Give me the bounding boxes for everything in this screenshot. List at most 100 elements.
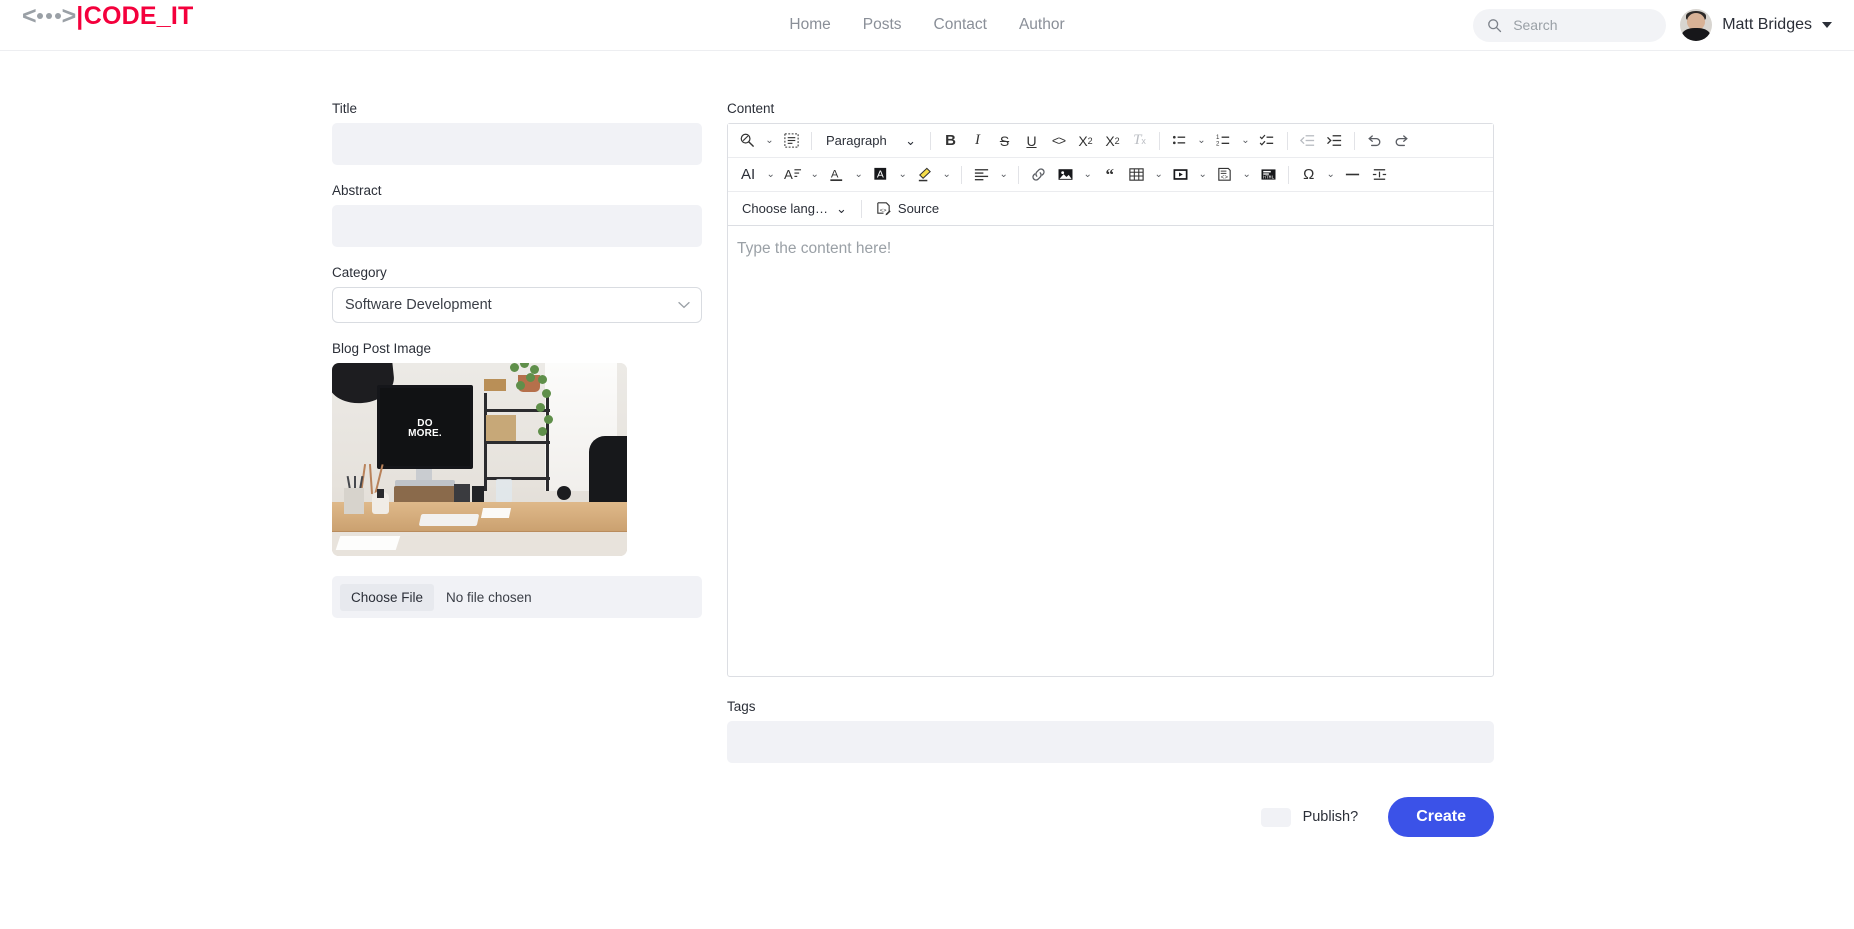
font-background-color-caret-icon[interactable]: ⌄ xyxy=(895,162,910,187)
logo-chevron-left-icon: < xyxy=(22,2,37,30)
nav-item-contact[interactable]: Contact xyxy=(934,16,987,34)
media-embed-icon[interactable] xyxy=(1168,162,1193,187)
redo-icon[interactable] xyxy=(1389,128,1414,153)
language-dropdown[interactable]: Choose lang… ⌄ xyxy=(735,196,854,221)
find-and-replace-caret-icon[interactable]: ⌄ xyxy=(762,128,777,153)
bold-icon[interactable]: B xyxy=(938,128,963,153)
header-right-cluster: Matt Bridges xyxy=(1473,8,1832,42)
user-menu[interactable]: Matt Bridges xyxy=(1680,9,1832,41)
form-footer-actions: Publish? Create xyxy=(727,797,1494,837)
site-logo[interactable]: < > | CODE_IT xyxy=(22,4,193,29)
choose-file-button[interactable]: Choose File xyxy=(340,583,435,611)
search-box[interactable] xyxy=(1473,8,1667,42)
media-embed-caret-icon[interactable]: ⌄ xyxy=(1195,162,1210,187)
blog-post-image-group: Blog Post Image DO MORE. Choose File No … xyxy=(332,341,702,618)
post-content-column: Content ⌄ Paragraph ⌄ B I S U <> X 2 X 2… xyxy=(727,101,1494,837)
paragraph-style-dropdown[interactable]: Paragraph ⌄ xyxy=(819,128,923,153)
category-select[interactable]: Software Development xyxy=(332,287,702,323)
ai-label: AI xyxy=(741,166,756,183)
text-alignment-icon[interactable] xyxy=(969,162,994,187)
insert-image-caret-icon[interactable]: ⌄ xyxy=(1080,162,1095,187)
html-embed-icon[interactable]: HTML xyxy=(1256,162,1281,187)
font-color-caret-icon[interactable]: ⌄ xyxy=(851,162,866,187)
find-and-replace-icon[interactable] xyxy=(735,128,760,153)
publish-label: Publish? xyxy=(1302,809,1359,825)
bulleted-list-icon[interactable] xyxy=(1167,128,1192,153)
user-name: Matt Bridges xyxy=(1722,16,1812,33)
subscript-icon[interactable]: X2 xyxy=(1073,128,1098,153)
insert-image-icon[interactable] xyxy=(1053,162,1078,187)
underline-icon[interactable]: U xyxy=(1019,128,1044,153)
svg-text:HTML: HTML xyxy=(1263,175,1274,181)
editor-content-area[interactable]: Type the content here! xyxy=(728,226,1493,676)
horizontal-line-icon[interactable] xyxy=(1340,162,1365,187)
text-alignment-caret-icon[interactable]: ⌄ xyxy=(996,162,1011,187)
chevron-down-icon[interactable] xyxy=(678,301,690,309)
svg-text:A: A xyxy=(784,167,793,182)
source-button[interactable]: <> Source xyxy=(869,196,945,221)
toolbar-row-1: ⌄ Paragraph ⌄ B I S U <> X2 X 2 T x ⌄ 1 … xyxy=(728,124,1493,157)
nav-item-author[interactable]: Author xyxy=(1019,16,1065,34)
font-size-icon[interactable]: A xyxy=(780,162,805,187)
tags-input[interactable] xyxy=(727,721,1494,763)
undo-icon[interactable] xyxy=(1362,128,1387,153)
insert-table-caret-icon[interactable]: ⌄ xyxy=(1151,162,1166,187)
abstract-field-group: Abstract xyxy=(332,183,702,247)
avatar xyxy=(1680,9,1713,41)
strikethrough-icon[interactable]: S xyxy=(992,128,1017,153)
numbered-list-icon[interactable]: 12 xyxy=(1211,128,1236,153)
highlight-icon[interactable] xyxy=(912,162,937,187)
post-meta-column: Title Abstract Category Software Develop… xyxy=(332,101,702,618)
file-upload-row[interactable]: Choose File No file chosen xyxy=(332,576,702,618)
code-block-icon[interactable]: <> xyxy=(1212,162,1237,187)
editor-toolbar: ⌄ Paragraph ⌄ B I S U <> X2 X 2 T x ⌄ 1 … xyxy=(728,124,1493,226)
italic-icon[interactable]: I xyxy=(965,128,990,153)
outdent-icon[interactable] xyxy=(1295,128,1320,153)
inline-code-icon[interactable]: <> xyxy=(1046,128,1071,153)
svg-text:A: A xyxy=(831,168,839,180)
separator xyxy=(930,131,931,150)
special-characters-caret-icon[interactable]: ⌄ xyxy=(1323,162,1338,187)
publish-checkbox[interactable] xyxy=(1260,807,1291,827)
ai-caret-icon[interactable]: ⌄ xyxy=(763,162,778,187)
superscript-icon[interactable]: X2 xyxy=(1100,128,1125,153)
svg-text:A: A xyxy=(877,169,884,180)
remove-format-icon[interactable]: Tx xyxy=(1127,128,1152,153)
caret-down-icon[interactable] xyxy=(1822,22,1832,28)
toolbar-row-2: AI ⌄ A ⌄ A ⌄ A ⌄ ⌄ ⌄ ⌄ “ ⌄ ⌄ <> ⌄ HTML Ω… xyxy=(728,157,1493,191)
separator xyxy=(1354,131,1355,150)
indent-icon[interactable] xyxy=(1322,128,1347,153)
bulleted-list-caret-icon[interactable]: ⌄ xyxy=(1194,128,1209,153)
font-color-icon[interactable]: A xyxy=(824,162,849,187)
chevron-down-icon: ⌄ xyxy=(836,200,847,216)
title-input[interactable] xyxy=(332,123,702,165)
code-block-caret-icon[interactable]: ⌄ xyxy=(1239,162,1254,187)
image-screen-text: DO MORE. xyxy=(408,417,442,439)
abstract-input[interactable] xyxy=(332,205,702,247)
create-button[interactable]: Create xyxy=(1388,797,1494,837)
special-characters-icon[interactable]: Ω xyxy=(1296,162,1321,187)
separator xyxy=(811,131,812,150)
select-all-icon[interactable] xyxy=(779,128,804,153)
font-background-color-icon[interactable]: A xyxy=(868,162,893,187)
page-break-icon[interactable] xyxy=(1367,162,1392,187)
separator xyxy=(1287,131,1288,150)
category-field-group: Category Software Development xyxy=(332,265,702,323)
link-icon[interactable] xyxy=(1026,162,1051,187)
ai-assistant-dropdown[interactable]: AI xyxy=(735,162,761,187)
blockquote-icon[interactable]: “ xyxy=(1097,162,1122,187)
search-input[interactable] xyxy=(1511,16,1653,34)
svg-text:<>: <> xyxy=(1221,174,1229,181)
svg-text:<>: <> xyxy=(880,207,887,214)
separator xyxy=(961,165,963,184)
source-button-label: Source xyxy=(897,201,940,216)
todo-list-icon[interactable] xyxy=(1255,128,1280,153)
insert-table-icon[interactable] xyxy=(1124,162,1149,187)
nav-item-posts[interactable]: Posts xyxy=(863,16,902,34)
logo-bar: | xyxy=(76,2,83,30)
numbered-list-caret-icon[interactable]: ⌄ xyxy=(1238,128,1253,153)
font-size-caret-icon[interactable]: ⌄ xyxy=(807,162,822,187)
language-dropdown-label: Choose lang… xyxy=(742,201,828,216)
highlight-caret-icon[interactable]: ⌄ xyxy=(939,162,954,187)
nav-item-home[interactable]: Home xyxy=(789,16,830,34)
